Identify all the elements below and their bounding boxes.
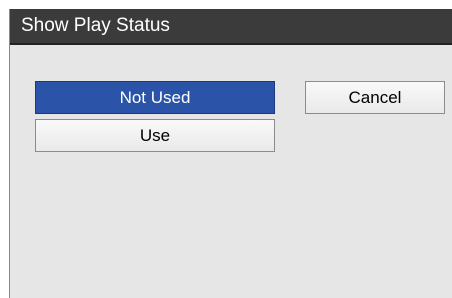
option-use-button[interactable]: Use [35,119,275,152]
option-not-used-button[interactable]: Not Used [35,81,275,114]
show-play-status-dialog: Show Play Status Not Used Use Cancel [9,9,452,298]
dialog-title: Show Play Status [10,9,452,45]
cancel-button[interactable]: Cancel [305,81,445,114]
